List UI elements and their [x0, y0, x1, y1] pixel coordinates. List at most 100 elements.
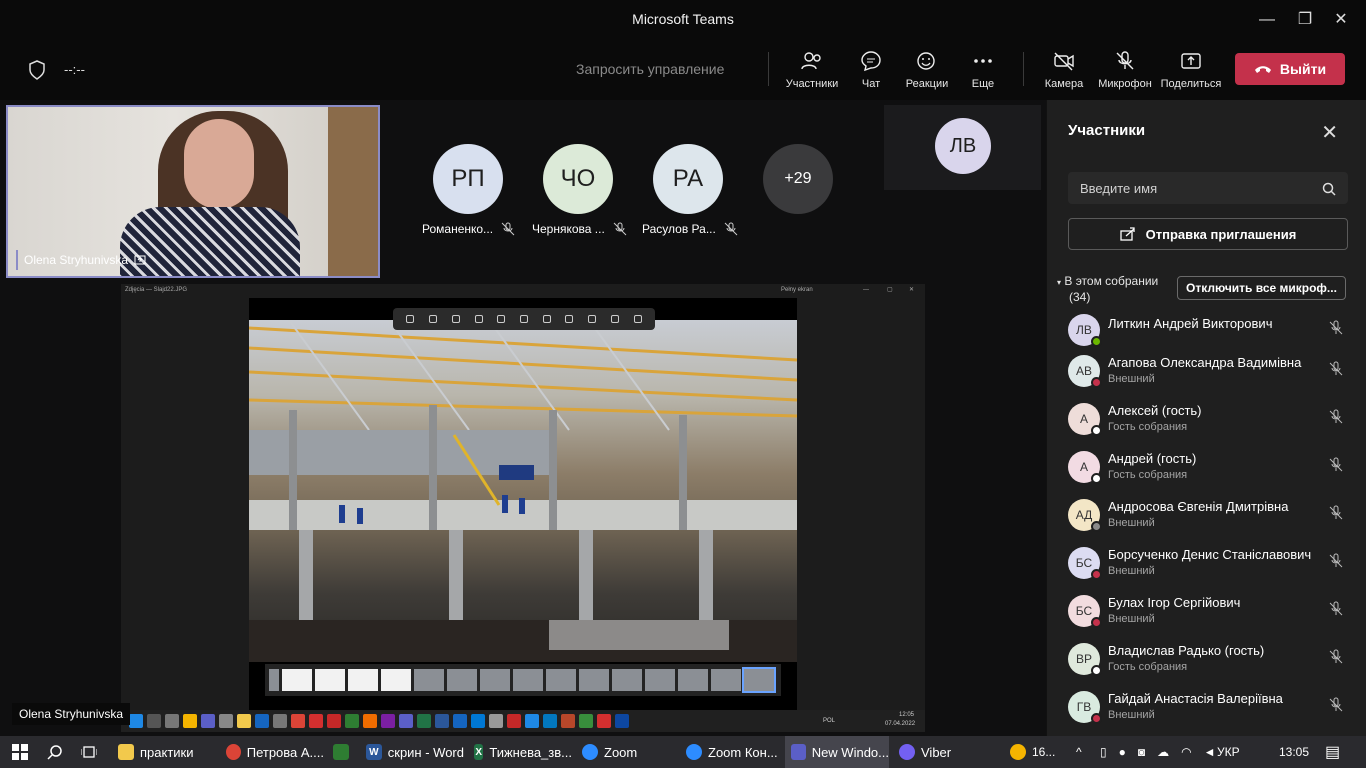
presence-dot — [1091, 425, 1102, 436]
presence-dot — [1091, 713, 1102, 724]
speaker-tile[interactable]: ЛВ — [884, 105, 1041, 190]
participant-list: ЛВ Литкин Андрей Викторович АВ Агапова О… — [1047, 308, 1365, 736]
restore-button[interactable]: ❐ — [1290, 8, 1320, 32]
participant-row[interactable]: А Андрей (гость) Гость собрания — [1047, 445, 1365, 493]
app-icon — [183, 714, 197, 728]
taskbar-label: New Windo... — [811, 744, 889, 760]
microphone-icon[interactable]: ● — [1119, 745, 1126, 759]
participant-row[interactable]: ГВ Гайдай Анастасія Валеріївна Внешний — [1047, 685, 1365, 733]
shared-window-titlebar: Zdjęcia — Slajd22.JPG Pełny ekran — ▢ ✕ — [121, 284, 925, 296]
participant-avatar[interactable]: ЧО — [543, 144, 613, 214]
search-icon[interactable] — [1322, 182, 1336, 196]
participant-name: Романенко... — [422, 222, 494, 236]
app-icon — [417, 714, 431, 728]
mic-off-icon — [724, 222, 738, 236]
video-door — [328, 107, 378, 276]
avatar-initials: ГВ — [1076, 700, 1092, 714]
participant-row[interactable]: БС Борсученко Денис Станіславович Внешни… — [1047, 541, 1365, 589]
taskbar-label: Петрова А.... — [246, 744, 324, 760]
tray-chevron-icon[interactable]: ^ — [1076, 736, 1082, 768]
windows-taskbar: практики Петрова А.... W скрин - Word X … — [0, 736, 1366, 768]
self-video-tile[interactable]: Olena Stryhunivska — [6, 105, 380, 278]
taskbar-item-calendar[interactable] — [328, 736, 354, 768]
participant-row[interactable]: ЛВ Литкин Андрей Викторович — [1047, 308, 1365, 349]
taskbar-item-excel[interactable]: X Тижнева_зв... — [468, 736, 572, 768]
mic-off-icon — [1329, 553, 1343, 568]
search-icon[interactable] — [47, 744, 63, 760]
zoom-out-icon — [474, 315, 483, 323]
clock[interactable]: 13:05 — [1279, 736, 1309, 768]
close-button[interactable]: ✕ — [1326, 8, 1356, 32]
app-icon — [381, 714, 395, 728]
send-invite-label: Отправка приглашения — [1145, 226, 1297, 242]
minimize-button[interactable]: — — [1252, 8, 1282, 32]
taskbar-label: Zoom — [604, 744, 638, 760]
leave-button[interactable]: Выйти — [1235, 53, 1345, 85]
participant-row[interactable]: БС Булах Ігор Сергійович Внешний — [1047, 589, 1365, 637]
taskbar-item-zoom[interactable]: Zoom — [576, 736, 676, 768]
word-icon: W — [366, 744, 382, 760]
viber-icon — [899, 744, 915, 760]
windows-start-icon[interactable] — [12, 744, 28, 760]
thumbnail — [579, 669, 609, 691]
request-control-button[interactable]: Запросить управление — [576, 61, 724, 77]
participant-avatar[interactable]: РА — [653, 144, 723, 214]
participant-row[interactable]: А Алексей (гость) Гость собрания — [1047, 397, 1365, 445]
app-icon — [453, 714, 467, 728]
participant-status: Гость собрания — [1108, 469, 1188, 481]
taskbar-item-chrome[interactable]: Петрова А.... — [220, 736, 324, 768]
participant-row[interactable]: АВ Агапова Олександра Вадимівна Внешний — [1047, 349, 1365, 397]
mute-all-button[interactable]: Отключить все микроф... — [1177, 276, 1346, 300]
share-button[interactable]: Поделиться — [1160, 50, 1222, 94]
task-view-icon[interactable] — [81, 744, 97, 760]
photo-tool-icon — [406, 315, 415, 323]
language-indicator[interactable]: УКР — [1217, 736, 1240, 768]
windows-icon — [129, 714, 143, 728]
meet-now-icon[interactable]: ◙ — [1138, 745, 1145, 759]
cloud-icon[interactable]: ☁ — [1157, 745, 1169, 759]
mic-off-icon — [613, 222, 627, 236]
mic-button[interactable]: Микрофон — [1094, 50, 1156, 94]
send-invite-button[interactable]: Отправка приглашения — [1068, 218, 1348, 250]
presence-dot — [1091, 617, 1102, 628]
camera-button[interactable]: Камера — [1033, 50, 1095, 94]
participant-search-input[interactable] — [1068, 172, 1348, 204]
avatar-initials: А — [1079, 412, 1088, 426]
panel-title: Участники — [1068, 122, 1146, 139]
presence-dot — [1091, 473, 1102, 484]
participant-avatar[interactable]: РП — [433, 144, 503, 214]
participant-row[interactable]: АД Андросова Євгенія Дмитрівна Внешний — [1047, 493, 1365, 541]
taskbar-item-viber[interactable]: Viber — [893, 736, 993, 768]
thumbnail — [513, 669, 543, 691]
taskbar-item-zoom-conference[interactable]: Zoom Кон... — [680, 736, 780, 768]
notifications-icon[interactable]: ▤ — [1325, 736, 1340, 768]
volume-icon[interactable]: ◄ — [1204, 745, 1216, 759]
reactions-button[interactable]: Реакции — [896, 50, 958, 94]
shield-icon[interactable] — [28, 60, 46, 80]
participants-button[interactable]: Участники — [781, 50, 843, 102]
participant-name: Булах Ігор Сергійович — [1108, 595, 1241, 610]
mic-off-icon — [1329, 697, 1343, 712]
taskbar-item-practices[interactable]: практики — [112, 736, 216, 768]
share-icon — [1181, 53, 1201, 69]
more-button[interactable]: Еще — [952, 50, 1014, 94]
participant-row[interactable]: ВР Владислав Радько (гость) Гость собран… — [1047, 637, 1365, 685]
wifi-icon[interactable]: ◠ — [1181, 745, 1191, 759]
meeting-timer: --:-- — [64, 62, 85, 77]
taskbar-item-teams[interactable]: New Windo... — [785, 736, 889, 768]
taskbar-item-word[interactable]: W скрин - Word — [360, 736, 464, 768]
participant-status: Внешний — [1108, 517, 1155, 529]
meeting-section-header[interactable]: ▾ В этом собрании (34) — [1057, 274, 1158, 304]
shared-screen[interactable]: Zdjęcia — Slajd22.JPG Pełny ekran — ▢ ✕ — [121, 284, 925, 732]
close-panel-icon[interactable]: ✕ — [1321, 120, 1338, 145]
usb-icon[interactable]: ▯ — [1100, 745, 1107, 759]
overflow-participants[interactable]: +29 — [763, 144, 833, 214]
chat-button[interactable]: Чат — [840, 50, 902, 94]
mic-label: Микрофон — [1098, 78, 1152, 90]
search-icon — [147, 714, 161, 728]
app-icon — [309, 714, 323, 728]
thumbnail — [414, 669, 444, 691]
system-tray-icons: ▯ ● ◙ ☁ ◠ ◄ — [1100, 736, 1215, 768]
weather-widget[interactable]: 16... — [1010, 736, 1055, 768]
leave-label: Выйти — [1279, 61, 1327, 77]
